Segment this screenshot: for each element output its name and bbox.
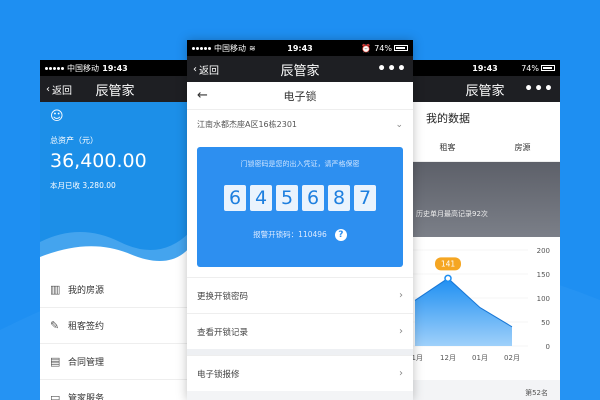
row-label: 更换开锁密码	[197, 291, 249, 302]
chevron-left-icon: ‹	[193, 63, 197, 75]
data-chart: 20015010050014111月12月01月02月	[410, 247, 550, 362]
password-card-wrap: 门锁密码是您的出入凭证，请严格保密 6 4 5 6 8 7 报警开锁码：1104…	[187, 139, 413, 277]
password-digit: 6	[224, 185, 246, 211]
y-tick-label: 100	[537, 295, 550, 303]
arrow-left-icon[interactable]: ←	[197, 88, 208, 103]
nav-bar: ‹ 返回 辰管家 •••	[187, 56, 413, 82]
menu-item-service[interactable]: ▭ 管家服务	[40, 380, 190, 400]
wifi-icon: ≋	[249, 43, 256, 53]
right-phone: 19:43 74% 辰管家 ••• 我的数据 租客 房源 历史单月最高记录92次…	[410, 60, 560, 400]
chevron-right-icon: ›	[399, 290, 403, 301]
chevron-left-icon: ‹	[46, 83, 50, 95]
wave-decoration	[40, 232, 190, 272]
record-banner: 历史单月最高记录92次	[410, 162, 560, 237]
rank-footer: 第52名	[410, 380, 560, 400]
tooltip-value: 141	[441, 259, 456, 268]
battery-label: 74%	[374, 43, 392, 53]
y-tick-label: 0	[546, 343, 550, 351]
building-icon: ▥	[50, 283, 61, 296]
left-phone: 中国移动 19:43 ‹ 返回 辰管家 ☺ 总资产（元） 36,400.00 本月…	[40, 60, 190, 400]
nav-bar: 辰管家 •••	[410, 76, 560, 102]
menu-item-houses[interactable]: ▥ 我的房源	[40, 272, 190, 308]
month-income: 本月已收 3,280.00	[50, 181, 116, 190]
menu-item-contracts[interactable]: ▤ 合同管理	[40, 344, 190, 380]
chevron-right-icon: ›	[399, 326, 403, 337]
carrier-label: 中国移动	[67, 63, 99, 73]
menu-item-label: 合同管理	[68, 358, 105, 368]
x-tick-label: 02月	[504, 354, 520, 362]
y-tick-label: 200	[537, 247, 550, 255]
alarm-code-row: 报警开锁码：110496?	[197, 229, 403, 241]
asset-panel: ☺ 总资产（元） 36,400.00 本月已收 3,280.00	[40, 102, 190, 272]
password-digit: 8	[328, 185, 350, 211]
password-digit: 5	[276, 185, 298, 211]
back-button[interactable]: ‹ 返回	[193, 62, 219, 77]
password-card: 门锁密码是您的出入凭证，请严格保密 6 4 5 6 8 7 报警开锁码：1104…	[197, 147, 403, 267]
nav-bar: ‹ 返回 辰管家	[40, 76, 190, 102]
battery-icon	[541, 65, 555, 71]
password-digit: 6	[302, 185, 324, 211]
service-icon: ▭	[50, 391, 61, 400]
data-tabs: 租客 房源	[410, 134, 560, 162]
status-bar: 中国移动 19:43	[40, 60, 190, 76]
asset-amount: 36,400.00	[50, 150, 147, 172]
status-bar: 中国移动 ≋ 19:43 ⏰ 74%	[187, 40, 413, 56]
record-text: 历史单月最高记录92次	[416, 210, 488, 218]
tab-houses[interactable]: 房源	[485, 142, 560, 153]
center-phone: 中国移动 ≋ 19:43 ⏰ 74% ‹ 返回 辰管家 ••• ← 电子锁 江南水…	[187, 40, 413, 400]
area-series	[415, 278, 512, 346]
signal-icon	[45, 66, 64, 70]
y-tick-label: 150	[537, 271, 550, 279]
left-menu: ▥ 我的房源 ✎ 租客签约 ▤ 合同管理 ▭ 管家服务	[40, 272, 190, 400]
carrier-label: 中国移动	[214, 43, 246, 53]
asset-label: 总资产（元）	[50, 136, 98, 145]
menu-item-sign[interactable]: ✎ 租客签约	[40, 308, 190, 344]
back-label: 返回	[199, 65, 219, 77]
address-selector[interactable]: 江南水都杰座A区16栋2301 ⌄	[187, 109, 413, 139]
help-icon[interactable]: ?	[334, 229, 347, 241]
highlight-point	[444, 274, 452, 283]
lock-repair-row[interactable]: 电子锁报修 ›	[187, 355, 413, 391]
contract-sign-icon: ✎	[50, 319, 60, 332]
more-button[interactable]: •••	[377, 61, 407, 77]
back-label: 返回	[52, 85, 72, 97]
battery-label: 74%	[521, 63, 539, 73]
x-tick-label: 01月	[472, 354, 488, 362]
status-bar: 19:43 74%	[410, 60, 560, 76]
row-label: 查看开锁记录	[197, 327, 249, 338]
y-tick-label: 50	[541, 319, 550, 327]
chevron-down-icon: ⌄	[395, 119, 403, 130]
menu-item-label: 我的房源	[68, 286, 105, 296]
back-button[interactable]: ‹ 返回	[46, 82, 72, 97]
card-hint: 门锁密码是您的出入凭证，请严格保密	[240, 160, 360, 168]
row-label: 电子锁报修	[197, 369, 240, 380]
change-password-row[interactable]: 更换开锁密码 ›	[187, 277, 413, 313]
chevron-right-icon: ›	[399, 368, 403, 379]
page-title: 我的数据	[410, 102, 560, 134]
x-tick-label: 12月	[440, 354, 456, 362]
address-text: 江南水都杰座A区16栋2301	[197, 120, 298, 129]
page-title: 电子锁	[283, 89, 317, 103]
user-icon[interactable]: ☺	[50, 109, 64, 124]
rank-text: 第52名	[525, 389, 548, 397]
more-button[interactable]: •••	[524, 81, 554, 97]
password-digit: 7	[354, 185, 376, 211]
menu-item-label: 管家服务	[68, 394, 105, 400]
unlock-records-row[interactable]: 查看开锁记录 ›	[187, 313, 413, 349]
battery-icon	[394, 45, 408, 51]
alarm-code: 报警开锁码：110496	[253, 230, 327, 239]
password-digits: 6 4 5 6 8 7	[197, 185, 403, 211]
signal-icon	[192, 46, 211, 50]
password-digit: 4	[250, 185, 272, 211]
contract-manage-icon: ▤	[50, 355, 61, 368]
alarm-icon: ⏰	[361, 43, 372, 53]
page-header: ← 电子锁	[187, 82, 413, 109]
tab-tenants[interactable]: 租客	[410, 142, 485, 153]
menu-item-label: 租客签约	[68, 322, 105, 332]
